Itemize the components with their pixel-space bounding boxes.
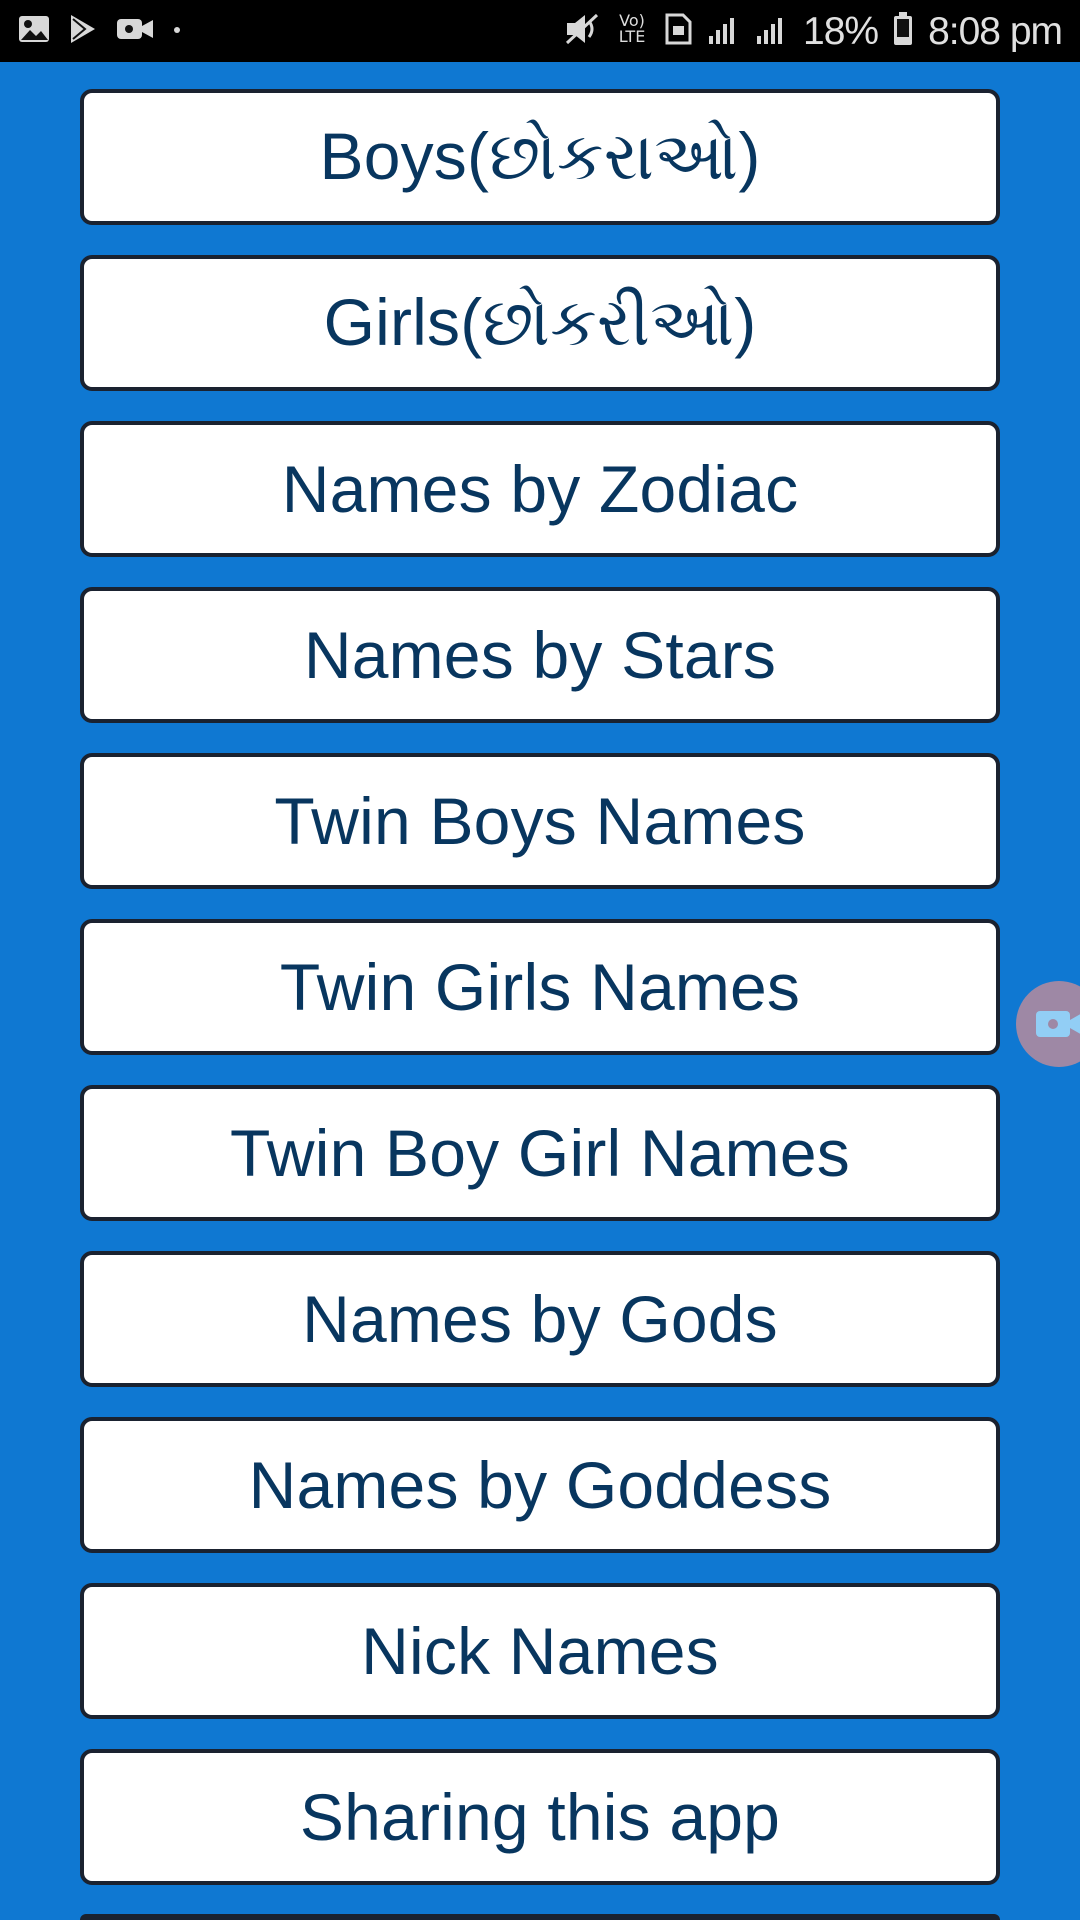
sharing-this-app-button[interactable]: Sharing this app	[80, 1749, 1000, 1885]
boys-button-label: Boys(છોકરાઓ)	[319, 118, 761, 193]
system-indicators: Vo) LTE 18% 8:08 pm	[563, 8, 1063, 54]
names-by-zodiac-button[interactable]: Names by Zodiac	[80, 421, 1000, 557]
lte-label: LTE	[618, 27, 646, 46]
notification-icons	[18, 12, 182, 50]
twin-girls-names-button[interactable]: Twin Girls Names	[80, 919, 1000, 1055]
twin-boys-names-label: Twin Boys Names	[274, 784, 806, 858]
twin-boy-girl-names-button[interactable]: Twin Boy Girl Names	[80, 1085, 1000, 1221]
names-by-stars-button[interactable]: Names by Stars	[80, 587, 1000, 723]
signal-icon	[707, 12, 741, 51]
volte-icon: Vo) LTE	[615, 13, 649, 49]
battery-percentage: 18%	[803, 9, 879, 53]
names-by-gods-label: Names by Gods	[302, 1282, 778, 1356]
status-bar: Vo) LTE 18% 8:08 pm	[0, 0, 1080, 62]
girls-button[interactable]: Girls(છોકરીઓ)	[80, 255, 1000, 391]
play-store-icon	[68, 13, 98, 50]
names-by-stars-label: Names by Stars	[303, 618, 777, 692]
names-by-gods-button[interactable]: Names by Gods	[80, 1251, 1000, 1387]
mute-icon	[563, 11, 601, 52]
twin-boy-girl-names-label: Twin Boy Girl Names	[230, 1116, 850, 1190]
nick-names-button[interactable]: Nick Names	[80, 1583, 1000, 1719]
sharing-this-app-label: Sharing this app	[299, 1780, 781, 1854]
video-camera-icon	[1036, 1011, 1080, 1037]
names-by-goddess-label: Names by Goddess	[248, 1448, 832, 1522]
notification-dot-icon	[172, 22, 182, 40]
names-by-zodiac-label: Names by Zodiac	[281, 452, 799, 526]
gallery-icon	[18, 15, 50, 48]
next-menu-button-edge[interactable]	[80, 1914, 1000, 1920]
names-by-goddess-button[interactable]: Names by Goddess	[80, 1417, 1000, 1553]
video-camera-icon	[116, 15, 154, 48]
signal-icon-2	[755, 12, 789, 51]
boys-button[interactable]: Boys(છોકરાઓ)	[80, 89, 1000, 225]
floating-record-button[interactable]	[1016, 981, 1080, 1067]
nick-names-label: Nick Names	[361, 1614, 719, 1688]
clock: 8:08 pm	[928, 9, 1063, 53]
girls-button-label: Girls(છોકરીઓ)	[323, 284, 757, 359]
battery-icon	[892, 11, 914, 52]
twin-girls-names-label: Twin Girls Names	[279, 950, 801, 1024]
twin-boys-names-button[interactable]: Twin Boys Names	[80, 753, 1000, 889]
sim-icon	[663, 12, 693, 51]
